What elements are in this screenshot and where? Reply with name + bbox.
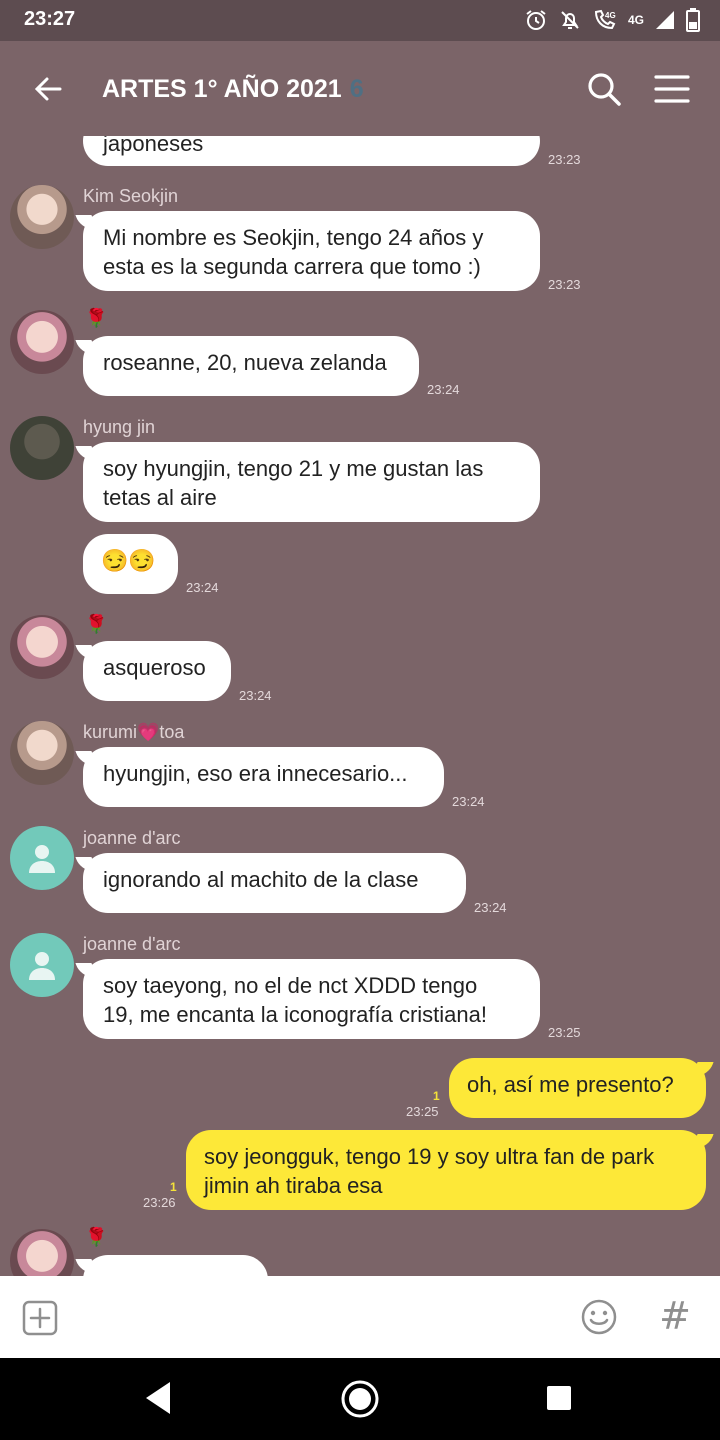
default-avatar-icon [29,845,55,873]
avatar[interactable] [10,826,74,890]
read-count: 1 [433,1089,440,1103]
default-avatar-icon [29,952,55,980]
nav-home-icon[interactable] [340,1379,380,1419]
message-bubble[interactable]: japoneses [83,136,540,166]
search-icon [588,73,621,106]
status-icons: 4G 4G [524,6,700,34]
group-name: ARTES 1° AÑO 2021 [102,75,342,103]
sender-name: kurumi💗toa [83,722,185,742]
search-button[interactable] [584,69,624,109]
message-bubble[interactable]: roseanne, 20, nueva zelanda [83,336,419,396]
message-bubble[interactable]: 😏😏 [83,534,178,594]
message-bubble[interactable]: oh, así me presento? [449,1058,706,1118]
sender-name: hyung jin [83,417,156,437]
avatar[interactable] [10,310,74,374]
message-bubble[interactable]: soy jeongguk, tengo 19 y soy ultra fan d… [186,1130,706,1210]
message-time: 23:24 [186,580,219,595]
hashtag-button[interactable]: # [658,1294,692,1338]
signal-icon [656,11,674,29]
message-bubble[interactable]: ignorando al machito de la clase [83,853,466,913]
avatar[interactable] [10,721,74,785]
message-time: 23:25 [406,1104,439,1119]
message-bubble[interactable] [83,1255,268,1276]
avatar[interactable] [10,615,74,679]
back-button[interactable] [28,69,68,109]
sender-name: joanne d'arc [83,934,181,954]
message-time: 23:24 [474,900,507,915]
avatar[interactable] [10,933,74,997]
message-time: 23:24 [452,794,485,809]
menu-icon [654,75,690,103]
message-bubble[interactable]: Mi nombre es Seokjin, tengo 24 años y es… [83,211,540,291]
call-volte-icon: 4G [594,9,616,30]
back-arrow-icon [34,77,62,101]
avatar[interactable] [10,416,74,480]
alarm-icon [526,10,546,30]
sender-name: 🌹 [85,308,108,328]
message-time: 23:24 [427,382,460,397]
message-bubble[interactable]: asqueroso [83,641,231,701]
nav-back-icon[interactable] [144,1380,174,1416]
message-bubble[interactable]: soy hyungjin, tengo 21 y me gustan las t… [83,442,540,522]
message-time: 23:23 [548,152,581,167]
menu-button[interactable] [652,69,692,109]
message-time: 23:24 [239,688,272,703]
sender-name: joanne d'arc [83,828,181,848]
member-count: 6 [349,75,364,103]
battery-icon [686,8,700,32]
avatar[interactable] [10,1229,74,1276]
chat-title[interactable]: ARTES 1° AÑO 2021 6 [102,75,364,104]
notifications-off-icon [561,11,579,29]
message-bubble[interactable]: hyungjin, eso era innecesario... [83,747,444,807]
message-bubble[interactable]: soy taeyong, no el de nct XDDD tengo 19,… [83,959,540,1039]
emoji-button[interactable] [580,1298,618,1336]
message-input-bar[interactable]: # [0,1276,720,1358]
sender-name: 🌹 [85,614,108,634]
status-time: 23:27 [24,8,76,30]
read-count: 1 [170,1180,177,1194]
emoji-icon [581,1299,617,1335]
sender-name: 🌹 [85,1227,108,1247]
message-time: 23:25 [548,1025,581,1040]
sender-name: Kim Seokjin [83,186,179,206]
nav-recent-apps-icon[interactable] [546,1385,572,1411]
avatar[interactable] [10,185,74,249]
message-time: 23:26 [143,1195,176,1210]
system-nav-bar [0,1358,720,1440]
chat-messages[interactable]: japoneses 23:23 Kim Seokjin Mi nombre es… [0,136,720,1276]
status-bar: 23:27 4G 4G [0,0,720,41]
message-time: 23:23 [548,277,581,292]
plus-box-icon [22,1300,58,1336]
network-type: 4G [627,13,644,27]
svg-text:4G: 4G [605,11,616,20]
attach-button[interactable] [22,1300,58,1336]
chat-header: ARTES 1° AÑO 2021 6 [0,41,720,136]
